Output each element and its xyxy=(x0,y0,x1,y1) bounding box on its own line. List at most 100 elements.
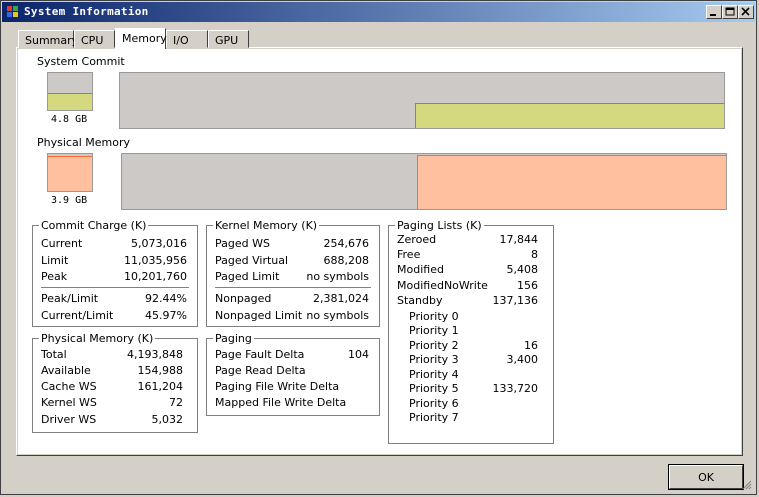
mapped-file-write-delta-label: Mapped File Write Delta xyxy=(215,396,347,409)
system-commit-history-graph xyxy=(119,72,725,129)
kernel-memory-group: Kernel Memory (K) Paged WS 254,676 Paged… xyxy=(206,219,380,327)
kernel-nonpaged-limit-label: Nonpaged Limit xyxy=(215,309,303,322)
commit-current-label: Current xyxy=(41,237,83,250)
commit-current-value: 5,073,016 xyxy=(131,237,187,250)
close-icon xyxy=(741,7,750,16)
paging-free-label: Free xyxy=(397,248,421,261)
physmem-driver-ws-value: 5,032 xyxy=(151,413,184,426)
commit-current-limit-value: 45.97% xyxy=(145,309,187,322)
ok-button[interactable]: OK xyxy=(668,464,744,490)
physical-memory-graph-label: Physical Memory xyxy=(37,136,130,149)
tab-label: GPU xyxy=(215,34,239,47)
paging-modifiednowrite-value: 156 xyxy=(517,279,538,292)
physmem-total-label: Total xyxy=(41,348,67,361)
priority-4-label: Priority 4 xyxy=(409,368,459,381)
tab-label: Summary xyxy=(25,34,79,47)
priority-1-label: Priority 1 xyxy=(409,324,459,337)
commit-peak-label: Peak xyxy=(41,270,68,283)
system-commit-history-area xyxy=(415,103,724,128)
minimize-icon xyxy=(710,14,716,16)
close-button[interactable] xyxy=(738,5,754,19)
priority-7-label: Priority 7 xyxy=(409,411,459,424)
paging-file-write-delta-label: Paging File Write Delta xyxy=(215,380,340,393)
physical-memory-gauge-fill xyxy=(48,155,92,191)
paging-standby-value: 137,136 xyxy=(492,294,539,307)
tab-gpu[interactable]: GPU xyxy=(208,30,249,48)
maximize-button[interactable] xyxy=(722,5,738,19)
page-read-delta-label: Page Read Delta xyxy=(215,364,306,377)
paging-zeroed-label: Zeroed xyxy=(397,233,437,246)
physmem-cache-ws-value: 161,204 xyxy=(137,380,184,393)
minimize-button[interactable] xyxy=(706,5,722,19)
window-title: System Information xyxy=(24,5,149,18)
physical-memory-history-area xyxy=(417,155,726,209)
system-commit-value: 4.8 GB xyxy=(51,114,88,125)
priority-0-label: Priority 0 xyxy=(409,310,459,323)
physmem-driver-ws-label: Driver WS xyxy=(41,413,97,426)
system-information-window: System Information Summary CPU Memory I/… xyxy=(0,0,757,495)
commit-current-limit-label: Current/Limit xyxy=(41,309,114,322)
commit-limit-value: 11,035,956 xyxy=(124,254,187,267)
physical-memory-value: 3.9 GB xyxy=(51,195,88,206)
divider xyxy=(41,287,189,288)
group-title: Physical Memory (K) xyxy=(39,332,156,345)
tab-label: I/O xyxy=(173,34,189,47)
system-commit-gauge-fill xyxy=(48,92,92,110)
tab-cpu[interactable]: CPU xyxy=(74,30,115,48)
physical-memory-history-graph xyxy=(121,153,727,210)
physical-memory-group: Physical Memory (K) Total 4,193,848 Avai… xyxy=(32,332,198,433)
paging-group: Paging Page Fault Delta 104 Page Read De… xyxy=(206,332,380,416)
kernel-nonpaged-label: Nonpaged xyxy=(215,292,272,305)
system-commit-gauge xyxy=(47,72,93,111)
paging-lists-group: Paging Lists (K) Zeroed 17,844 Free 8 Mo… xyxy=(388,219,554,444)
kernel-paged-virtual-value: 688,208 xyxy=(323,254,370,267)
commit-peak-limit-label: Peak/Limit xyxy=(41,292,99,305)
physmem-total-value: 4,193,848 xyxy=(127,348,183,361)
paging-modified-label: Modified xyxy=(397,263,444,276)
priority-6-label: Priority 6 xyxy=(409,397,459,410)
kernel-nonpaged-value: 2,381,024 xyxy=(313,292,369,305)
physmem-kernel-ws-value: 72 xyxy=(169,396,183,409)
physmem-available-label: Available xyxy=(41,364,91,377)
priority-3-value: 3,400 xyxy=(506,353,539,366)
commit-peak-value: 10,201,760 xyxy=(124,270,187,283)
page-fault-delta-value: 104 xyxy=(348,348,369,361)
priority-3-label: Priority 3 xyxy=(409,353,459,366)
group-title: Commit Charge (K) xyxy=(39,219,149,232)
priority-2-label: Priority 2 xyxy=(409,339,459,352)
kernel-paged-ws-label: Paged WS xyxy=(215,237,270,250)
group-title: Kernel Memory (K) xyxy=(213,219,320,232)
paging-free-value: 8 xyxy=(531,248,538,261)
group-title: Paging Lists (K) xyxy=(395,219,484,232)
kernel-paged-limit-label: Paged Limit xyxy=(215,270,280,283)
physical-memory-gauge xyxy=(47,153,93,192)
priority-5-label: Priority 5 xyxy=(409,382,459,395)
kernel-paged-limit-value: no symbols xyxy=(306,270,369,283)
page-fault-delta-label: Page Fault Delta xyxy=(215,348,305,361)
physmem-kernel-ws-label: Kernel WS xyxy=(41,396,97,409)
physmem-cache-ws-label: Cache WS xyxy=(41,380,97,393)
tab-summary[interactable]: Summary xyxy=(18,30,78,48)
kernel-nonpaged-limit-value: no symbols xyxy=(306,309,369,322)
tab-label: Memory xyxy=(122,32,167,45)
paging-modifiednowrite-label: ModifiedNoWrite xyxy=(397,279,488,292)
resize-grip-icon[interactable] xyxy=(740,478,752,490)
title-bar[interactable]: System Information xyxy=(2,2,755,22)
group-title: Paging xyxy=(213,332,254,345)
priority-5-value: 133,720 xyxy=(492,382,539,395)
kernel-paged-virtual-label: Paged Virtual xyxy=(215,254,289,267)
tab-io[interactable]: I/O xyxy=(166,30,208,48)
priority-2-value: 16 xyxy=(524,339,538,352)
kernel-paged-ws-value: 254,676 xyxy=(323,237,370,250)
system-commit-label: System Commit xyxy=(37,55,125,68)
physmem-available-value: 154,988 xyxy=(137,364,184,377)
tab-memory[interactable]: Memory xyxy=(115,28,167,49)
paging-zeroed-value: 17,844 xyxy=(499,233,539,246)
commit-limit-label: Limit xyxy=(41,254,69,267)
app-icon xyxy=(7,6,18,17)
commit-peak-limit-value: 92.44% xyxy=(145,292,187,305)
divider xyxy=(215,287,371,288)
commit-charge-group: Commit Charge (K) Current 5,073,016 Limi… xyxy=(32,219,198,327)
paging-modified-value: 5,408 xyxy=(506,263,539,276)
paging-standby-label: Standby xyxy=(397,294,443,307)
